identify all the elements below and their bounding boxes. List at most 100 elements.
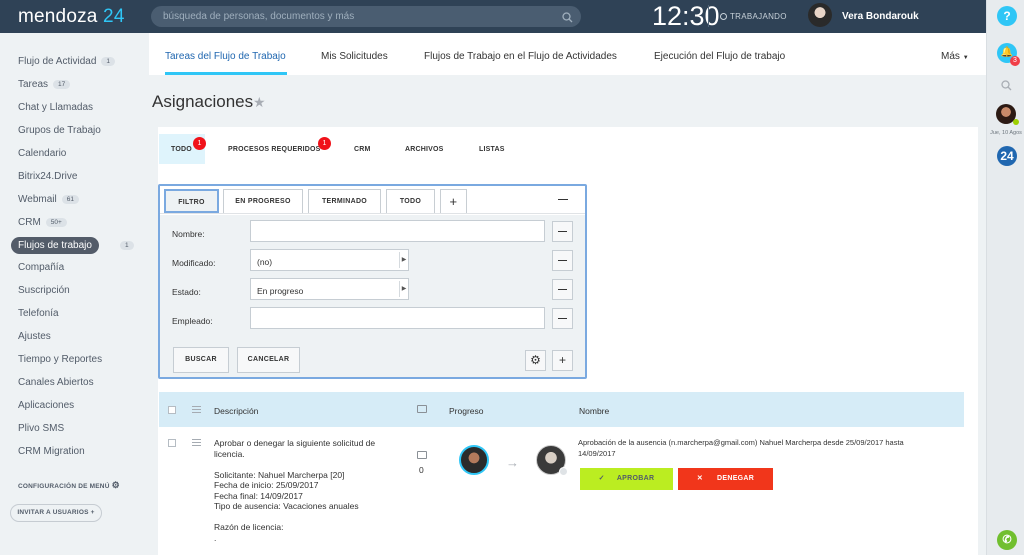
logo-number: 24 — [103, 6, 125, 27]
col-name[interactable]: Nombre — [579, 406, 609, 416]
tab-lists[interactable]: LISTAS — [479, 146, 505, 153]
sidebar-item[interactable]: Tiempo y Reportes — [18, 354, 102, 365]
sidebar-item[interactable]: Flujo de Actividad 1 — [18, 56, 116, 67]
search-icon[interactable] — [1001, 78, 1012, 96]
preset-filter[interactable]: FILTRO — [164, 189, 219, 213]
modified-select[interactable]: (no) ▶ — [250, 249, 409, 271]
remove-field-button[interactable] — [552, 279, 573, 300]
remove-field-button[interactable] — [552, 221, 573, 242]
sidebar-item[interactable]: Grupos de Trabajo — [18, 125, 101, 136]
sidebar-item[interactable]: Canales Abiertos — [18, 377, 94, 388]
row-checkbox[interactable] — [168, 439, 176, 447]
sidebar-item[interactable]: Flujos de trabajo 1 — [11, 237, 134, 254]
page-title: Asignaciones — [152, 92, 254, 111]
sidebar-item-label: CRM Migration — [18, 446, 85, 457]
clock[interactable]: 12:30 — [652, 1, 720, 32]
sidebar-item[interactable]: Ajustes — [18, 331, 51, 342]
name-input[interactable] — [250, 220, 545, 242]
requester-avatar[interactable] — [459, 445, 489, 475]
bitrix24-button[interactable]: 24 — [997, 146, 1017, 166]
sidebar-item[interactable]: Plivo SMS — [18, 423, 64, 434]
more-menu[interactable]: Más ▼ — [941, 51, 969, 62]
gear-icon[interactable]: ⚙ — [525, 350, 546, 371]
tab-required-processes[interactable]: PROCESOS REQUERIDOS — [228, 146, 320, 153]
row-menu-icon[interactable] — [192, 439, 201, 446]
remove-field-button[interactable] — [552, 250, 573, 271]
active-tab-indicator — [165, 72, 287, 75]
sidebar-item[interactable]: Aplicaciones — [18, 400, 74, 411]
work-status-label: TRABAJANDO — [730, 12, 787, 21]
task-name[interactable]: Aprobación de la ausencia (n.marcherpa@g… — [578, 438, 904, 459]
status-value: En progreso — [257, 286, 304, 296]
cancel-button[interactable]: CANCELAR — [237, 347, 300, 373]
col-progress[interactable]: Progreso — [449, 406, 484, 416]
sidebar-item-count: 61 — [61, 195, 79, 204]
add-preset-button[interactable]: + — [440, 189, 467, 213]
tab-crm[interactable]: CRM — [354, 146, 371, 153]
sidebar-item[interactable]: Telefonía — [18, 308, 59, 319]
preset-finished[interactable]: TERMINADO — [308, 189, 381, 213]
search-input[interactable]: búsqueda de personas, documentos y más — [151, 6, 581, 27]
sidebar-item-label: CRM — [18, 217, 41, 228]
sidebar-item[interactable]: Webmail 61 — [18, 194, 79, 205]
collapse-icon[interactable] — [558, 199, 568, 200]
deny-button[interactable]: ✕ DENEGAR — [678, 468, 773, 490]
arrow-right-icon: → — [506, 455, 519, 470]
desc-line: Solicitante: Nahuel Marcherpa [20] — [214, 469, 345, 480]
tab-workflows-in-activity[interactable]: Flujos de Trabajo en el Flujo de Activid… — [424, 51, 617, 62]
sidebar-item[interactable]: CRM 50+ — [18, 217, 67, 228]
gear-icon[interactable]: ⚙ — [112, 480, 120, 490]
desc-line: Aprobar o denegar la siguiente solicitud… — [214, 438, 376, 448]
col-description[interactable]: Descripción — [214, 406, 258, 416]
work-status[interactable]: TRABAJANDO — [720, 12, 787, 21]
tab-workflow-execution[interactable]: Ejecución del Flujo de trabajo — [654, 51, 785, 62]
sidebar-item[interactable]: Suscripción — [18, 285, 70, 296]
date-label: Jue, 10 Agos — [990, 130, 1022, 136]
deny-label: DENEGAR — [717, 475, 755, 482]
modified-value: (no) — [257, 257, 273, 267]
sidebar-item[interactable]: Tareas 17 — [18, 79, 71, 90]
phone-icon[interactable]: ✆ — [997, 530, 1017, 550]
sidebar-item[interactable]: Bitrix24.Drive — [18, 171, 77, 182]
field-label-name: Nombre: — [172, 229, 205, 239]
sidebar-item-label: Tiempo y Reportes — [18, 354, 103, 365]
remove-field-button[interactable] — [552, 308, 573, 329]
help-button[interactable]: ? — [997, 6, 1017, 26]
sidebar-item[interactable]: CRM Migration — [18, 446, 85, 457]
sidebar-item-count: 1 — [120, 241, 134, 250]
preset-all[interactable]: TODO — [386, 189, 435, 213]
tab-my-requests[interactable]: Mis Solicitudes — [321, 51, 388, 62]
table-header: Descripción Progreso Nombre — [159, 392, 964, 427]
chevron-down-icon: ▼ — [962, 55, 969, 61]
divider — [708, 5, 709, 27]
approve-button[interactable]: ✓ APROBAR — [580, 468, 673, 490]
status-select[interactable]: En progreso ▶ — [250, 278, 409, 300]
search-button[interactable]: BUSCAR — [173, 347, 229, 373]
tab-todo[interactable]: TODO — [171, 146, 192, 153]
invite-users-button[interactable]: INVITAR A USUARIOS + — [10, 504, 102, 522]
sidebar-item[interactable]: Compañía — [18, 262, 64, 273]
star-icon[interactable]: ★ — [253, 94, 266, 111]
sidebar-item[interactable]: Calendario — [18, 148, 66, 159]
search-icon[interactable] — [562, 10, 573, 28]
desc-line: . — [214, 532, 217, 543]
close-icon: ✕ — [696, 475, 704, 482]
comments-icon[interactable] — [417, 451, 427, 459]
preset-in-progress[interactable]: EN PROGRESO — [223, 189, 303, 213]
sidebar-item[interactable]: Chat y Llamadas — [18, 102, 93, 113]
user-avatar[interactable] — [808, 3, 832, 27]
chevron-right-icon: ▶ — [399, 252, 408, 268]
tab-workflow-tasks[interactable]: Tareas del Flujo de Trabajo — [165, 51, 286, 62]
filter-panel: FILTRO EN PROGRESO TERMINADO TODO + Nomb… — [158, 184, 587, 379]
user-name[interactable]: Vera Bondarouk — [842, 11, 919, 22]
column-settings-icon[interactable] — [192, 406, 201, 413]
sidebar-item-label: Flujo de Actividad — [18, 56, 97, 67]
sidebar-item-label: Chat y Llamadas — [18, 102, 94, 113]
add-field-button[interactable]: + — [552, 350, 573, 371]
logo[interactable]: mendoza 24 — [18, 6, 125, 28]
employee-input[interactable] — [250, 307, 545, 329]
select-all-checkbox[interactable] — [168, 406, 176, 414]
tab-files[interactable]: ARCHIVOS — [405, 146, 444, 153]
sidebar-item-label: Telefonía — [18, 308, 59, 319]
menu-config[interactable]: CONFIGURACIÓN DE MENÚ ⚙ — [18, 480, 120, 491]
